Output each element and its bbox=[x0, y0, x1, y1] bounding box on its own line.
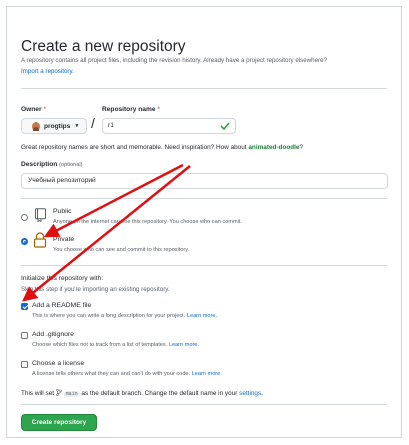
default-branch-note: This will set main as the default branch… bbox=[21, 389, 263, 397]
required-mark: * bbox=[43, 106, 46, 113]
name-suggestion-link[interactable]: animated-doodle bbox=[248, 144, 299, 151]
gitignore-checkbox[interactable] bbox=[21, 332, 28, 339]
lock-icon bbox=[33, 232, 47, 248]
description-label-text: Description bbox=[21, 161, 58, 168]
branch-note-suffix: . bbox=[261, 390, 263, 397]
gitignore-label: Add .gitignore bbox=[32, 331, 74, 338]
license-label: Choose a license bbox=[32, 360, 85, 367]
avatar bbox=[32, 121, 40, 131]
readme-description: This is where you can write a long descr… bbox=[32, 313, 217, 319]
readme-label: Add a README file bbox=[32, 302, 92, 309]
optional-text: (optional) bbox=[59, 162, 83, 168]
caret-down-icon: ▼ bbox=[74, 123, 80, 129]
readme-desc-text: This is where you can write a long descr… bbox=[32, 313, 186, 319]
description-label: Description (optional) bbox=[21, 161, 82, 168]
page-subtitle: A repository contains all project files,… bbox=[21, 57, 327, 64]
private-radio[interactable] bbox=[21, 238, 28, 245]
divider bbox=[21, 198, 387, 199]
required-mark: * bbox=[157, 106, 160, 113]
owner-dropdown[interactable]: progtips ▼ bbox=[21, 118, 87, 134]
gitignore-learn-more-link[interactable]: Learn more. bbox=[169, 342, 199, 348]
divider bbox=[21, 265, 387, 266]
git-branch-icon bbox=[56, 389, 62, 397]
private-description: You choose who can see and commit to thi… bbox=[53, 247, 190, 253]
repository-name-input[interactable]: r1 bbox=[102, 118, 236, 134]
divider bbox=[21, 404, 387, 405]
owner-repo-separator: / bbox=[91, 115, 95, 131]
readme-learn-more-link[interactable]: Learn more. bbox=[187, 313, 217, 319]
create-repository-button[interactable]: Create repository bbox=[21, 414, 97, 431]
check-icon bbox=[220, 122, 230, 130]
repo-name-label-text: Repository name bbox=[102, 106, 156, 113]
branch-note-prefix: This will set bbox=[21, 390, 55, 397]
public-radio[interactable] bbox=[21, 214, 28, 221]
public-description: Anyone on the internet can see this repo… bbox=[53, 219, 242, 225]
license-description: A license tells others what they can and… bbox=[32, 371, 222, 377]
description-input[interactable]: Учебный репозиторий bbox=[21, 173, 388, 189]
license-learn-more-link[interactable]: Learn more. bbox=[192, 371, 222, 377]
private-title: Private bbox=[53, 236, 75, 243]
owner-label-text: Owner bbox=[21, 106, 42, 113]
name-suggestion-text: Great repository names are short and mem… bbox=[21, 144, 303, 151]
branch-note-middle: as the default branch. Change the defaul… bbox=[81, 390, 238, 397]
repo-icon bbox=[35, 208, 46, 222]
repo-name-label: Repository name * bbox=[102, 106, 160, 113]
page-title: Create a new repository bbox=[21, 38, 186, 55]
license-desc-text: A license tells others what they can and… bbox=[32, 371, 191, 377]
gitignore-desc-text: Choose which files not to track from a l… bbox=[32, 342, 168, 348]
gitignore-description: Choose which files not to track from a l… bbox=[32, 342, 199, 348]
readme-checkbox[interactable] bbox=[21, 303, 28, 310]
license-checkbox[interactable] bbox=[21, 361, 28, 368]
owner-name: progtips bbox=[44, 122, 71, 130]
divider bbox=[21, 88, 387, 89]
settings-link[interactable]: settings bbox=[239, 390, 261, 397]
name-hint-suffix: ? bbox=[299, 144, 304, 151]
name-hint-text: Great repository names are short and mem… bbox=[21, 144, 247, 151]
import-repository-link[interactable]: Import a repository. bbox=[21, 68, 74, 75]
owner-label: Owner * bbox=[21, 106, 46, 113]
default-branch-name: main bbox=[63, 391, 80, 397]
init-subtitle: Skip this step if you're importing an ex… bbox=[21, 286, 170, 293]
init-title: Initialize this repository with: bbox=[21, 275, 104, 282]
public-title: Public bbox=[53, 208, 72, 215]
